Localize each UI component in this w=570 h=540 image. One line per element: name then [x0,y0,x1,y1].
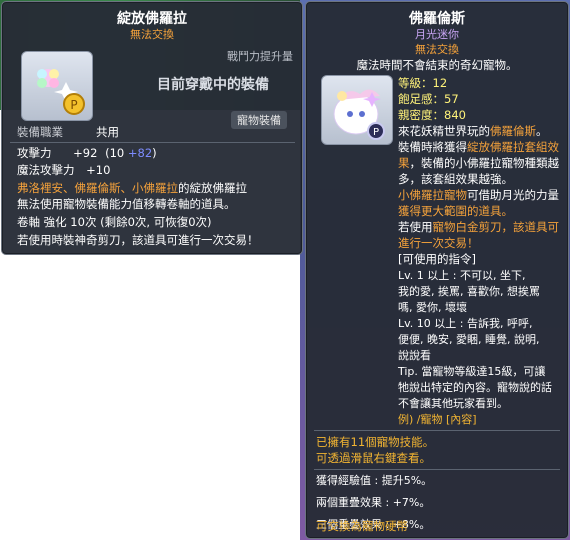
pet-desc-5-pet: 小佛羅拉寵物 [398,188,467,202]
exchange-for-pet-coin: 可交換為寵物硬幣 [316,519,408,533]
pet-skills-count: 已擁有11個寵物技能。 [316,435,435,449]
pet-desc-7: 若使用寵物白金剪刀，該道具可 [398,219,559,235]
pet-desc-3-set: 果 [398,156,410,170]
pet-magic-time-note: 魔法時間不會結束的奇幻寵物。 [356,58,518,72]
svg-text:P: P [373,127,379,138]
item-tooltip-bloom-flora: 綻放佛羅拉 無法交換 P 戰鬥力提升量 目前穿戴中的裝備 寵物裝備 裝備職業 共… [1,1,303,255]
scroll-upgrade-info: 卷軸 強化 10次 (剩餘0次, 可恢復0次) [17,215,212,229]
attack-value: +92 [73,146,98,160]
pet-desc-6: 獲得更大範圍的道具。 [398,204,513,218]
divider [314,430,560,431]
pet-desc-4: 多，該套組效果越強。 [398,172,513,186]
attack-base: (10 [105,146,125,160]
attack-close: ) [152,146,157,160]
exp-bonus: 獲得經驗值 : 提升5%。 [316,474,433,487]
pet-skills-hint: 可透過滑鼠右鍵查看。 [316,451,431,465]
commands-header: [可使用的指令] [398,252,476,266]
item-title: 綻放佛羅拉 [117,11,187,27]
magic-attack-label: 魔法攻擊力 [17,163,75,177]
pet-desc-7-text: 若使用 [398,220,433,234]
attack-label: 攻擊力 [17,146,52,160]
command-line-6: 說說看 [398,349,431,362]
pet-fullness: 飽足感：57 [398,92,459,106]
power-increase-label: 戰鬥力提升量 [227,50,293,63]
set-pet-names: 弗洛裡安、佛羅倫斯、小佛羅拉 [17,181,178,195]
svg-text:P: P [70,98,77,112]
magic-attack-value: +10 [86,163,111,177]
divider [314,469,560,470]
pet-desc-7-scissors: 寵物白金剪刀，該道具可 [432,220,560,234]
untradeable-label: 無法交換 [130,28,174,41]
pet-desc-2-set: 綻放佛羅拉套組效 [467,140,559,154]
command-line-2: 我的愛, 挨罵, 喜歡你, 想挨罵 [398,285,540,298]
tip-line-1: Tip. 當寵物等級達15級，可讓 [398,365,546,378]
job-value: 共用 [96,125,119,139]
pet-equipment-tag: 寵物裝備 [231,111,287,129]
pet-closeness: 親密度：840 [398,108,466,122]
command-line-3: 嗎, 愛你, 壞壞 [398,301,467,314]
double-stack-effect: 兩個重疊效果 : +7%。 [316,496,431,509]
pet-level: 等級：12 [398,76,448,90]
item-icon: P [21,51,93,121]
pet-desc-1-end: 。 [536,124,548,138]
tip-line-2: 牠說出特定的內容。寵物說的話 [398,381,552,394]
currently-equipped-text: 目前穿戴中的裝備 [157,77,269,93]
command-line-4: Lv. 10 以上 : 告訴我, 呼呼, [398,317,533,330]
pet-desc-8: 進行一次交易！ [398,236,479,250]
untradeable-label: 無法交換 [415,43,459,56]
pet-desc-2: 裝備時將獲得綻放佛羅拉套組效 [398,139,559,155]
pet-desc-2-text: 裝備時將獲得 [398,140,467,154]
command-line-1: Lv. 1 以上 : 不可以, 坐下, [398,269,526,282]
set-description: 弗洛裡安、佛羅倫斯、小佛羅拉的綻放佛羅拉 [17,180,247,196]
pet-desc-5-text: 可借助月光的力量 [467,188,559,202]
attack-bonus: +82 [127,146,153,160]
pet-title: 佛羅倫斯 [409,11,465,27]
pet-subtitle: 月光迷你 [415,28,459,41]
divider [10,142,295,143]
set-description-rest: 的綻放佛羅拉 [178,181,247,195]
pet-tooltip-florence: 佛羅倫斯 月光迷你 無法交換 魔法時間不會結束的奇幻寵物。 P 等級：12 飽足… [305,1,569,539]
magic-attack-row: 魔法攻擊力 +10 [17,162,110,178]
scissors-info: 若使用時裝神奇剪刀，該道具可進行一次交易！ [17,233,259,247]
example-command: 例) /寵物 [內容] [398,413,477,426]
job-label: 裝備職業 [17,125,63,139]
pet-desc-1: 來花妖精世界玩的佛羅倫斯。 [398,123,548,139]
pet-desc-3: 果，裝備的小佛羅拉寵物種類越 [398,155,559,171]
tip-line-3: 不會讓其他玩家看到。 [398,397,508,410]
pet-desc-5: 小佛羅拉寵物可借助月光的力量 [398,187,559,203]
command-line-5: 便便, 晚安, 愛睏, 睡覺, 說明, [398,333,540,346]
transfer-restriction: 無法使用寵物裝備能力值移轉卷軸的道具。 [17,197,236,211]
attack-row: 攻擊力 +92 (10 +82) [17,145,157,161]
pet-desc-1-name: 佛羅倫斯 [490,124,536,138]
pet-desc-3-text: ，裝備的小佛羅拉寵物種類越 [409,156,560,170]
pet-desc-1-text: 來花妖精世界玩的 [398,124,490,138]
pet-icon: P [321,75,393,145]
